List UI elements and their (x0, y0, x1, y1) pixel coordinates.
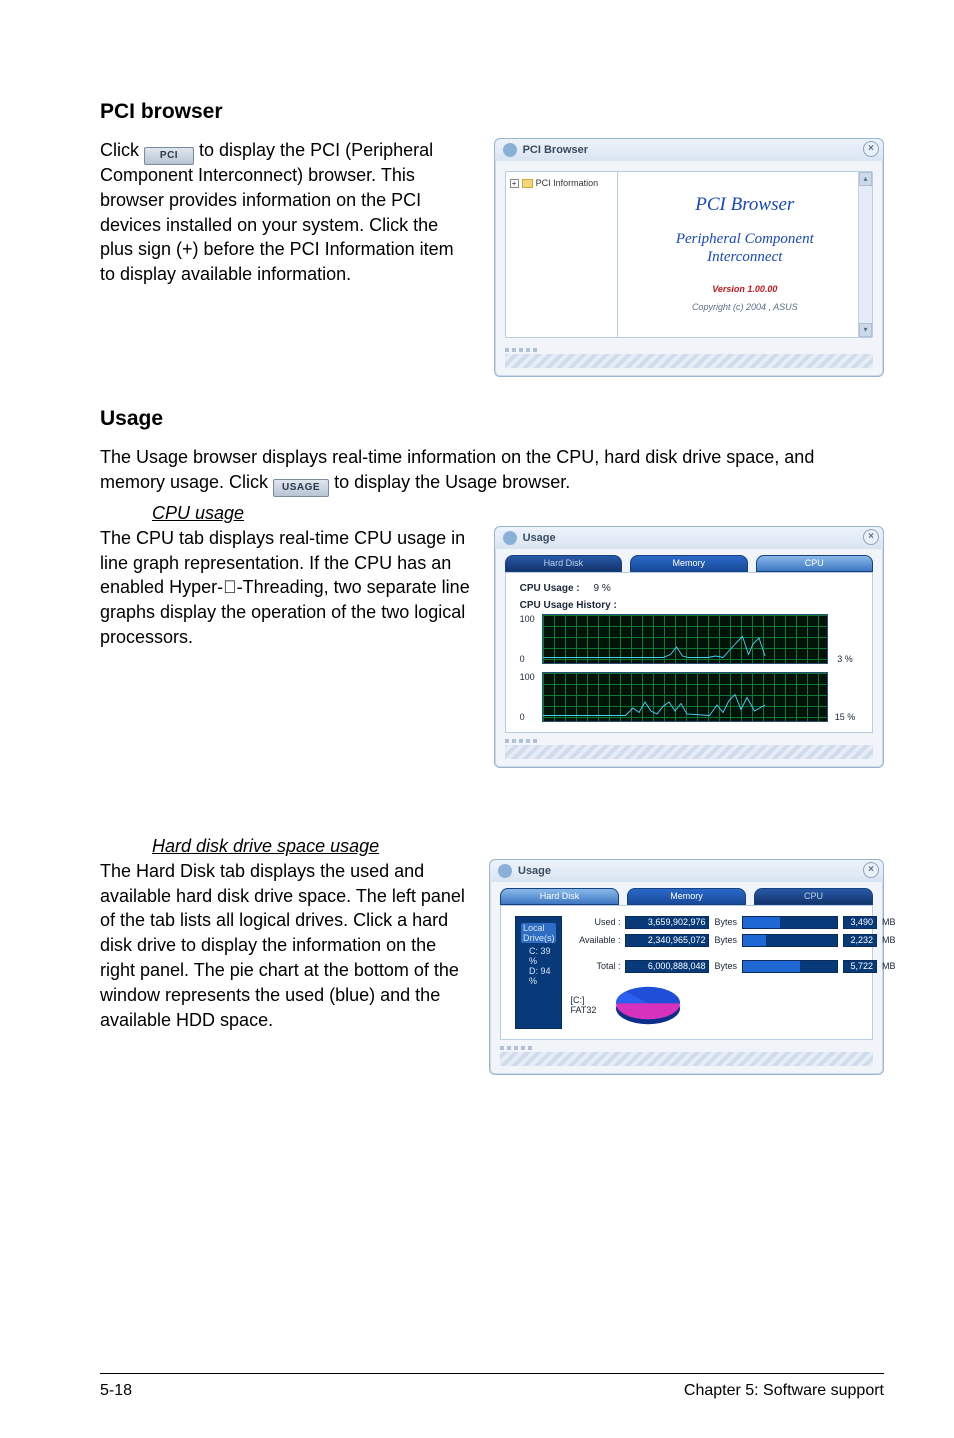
expand-icon[interactable]: + (510, 179, 519, 188)
window-icon (503, 531, 517, 545)
cpu-paragraph: The CPU tab displays real-time CPU usage… (100, 526, 474, 650)
usage-cpu-titlebar: Usage × (495, 527, 883, 549)
pci-tree-label: PCI Information (536, 178, 599, 188)
avail-label: Available : (570, 935, 620, 945)
pci-sub1: Peripheral Component (622, 230, 868, 248)
hdd-paragraph: The Hard Disk tab displays the used and … (100, 859, 469, 1033)
bytes-unit2: Bytes (714, 935, 737, 945)
used-label: Used : (570, 917, 620, 927)
tab-memory[interactable]: Memory (630, 555, 747, 572)
avail-bytes: 2,340,965,072 (625, 934, 709, 947)
mb-unit3: MB (882, 961, 896, 971)
drive-d[interactable]: D: 94 % (521, 966, 556, 986)
scroll-up-icon[interactable]: ▴ (859, 172, 872, 186)
used-bar (742, 916, 838, 929)
mb-unit2: MB (882, 935, 896, 945)
close-icon[interactable]: × (863, 529, 879, 545)
tab-memory[interactable]: Memory (627, 888, 746, 905)
usage-para-post: to display the Usage browser. (334, 472, 570, 492)
folder-icon (522, 179, 533, 188)
bytes-unit: Bytes (714, 917, 737, 927)
y-bot: 0 (520, 654, 539, 664)
pci-heading: PCI Browser (622, 194, 868, 216)
cpu-pct-1: 15 % (828, 672, 858, 722)
usage-section-title: Usage (100, 407, 884, 431)
drive-tree: Local Drive(s) C: 39 % D: 94 % (515, 916, 562, 1029)
pci-paragraph: Click PCI to display the PCI (Peripheral… (100, 138, 474, 287)
footer-chapter: Chapter 5: Software support (684, 1382, 884, 1400)
tab-harddisk[interactable]: Hard Disk (505, 555, 622, 572)
usage-hdd-titlebar: Usage × (490, 860, 883, 882)
avail-bar (742, 934, 838, 947)
scrollbar[interactable]: ▴ ▾ (858, 172, 872, 337)
pci-para-pre: Click (100, 140, 144, 160)
bytes-unit3: Bytes (714, 961, 737, 971)
pci-window-titlebar: PCI Browser × (495, 139, 883, 161)
usage-paragraph: The Usage browser displays real-time inf… (100, 445, 884, 495)
total-bytes: 6,000,888,048 (625, 960, 709, 973)
usage-cpu-window: Usage × Hard Disk Memory CPU CPU Usage :… (494, 526, 884, 768)
window-resize-grip[interactable] (505, 354, 873, 368)
drive-label: [C:] (570, 995, 596, 1005)
pci-tree-panel: + PCI Information (506, 172, 618, 337)
usage-button-label: USAGE (273, 479, 329, 497)
footer-page: 5-18 (100, 1382, 132, 1400)
cpu-history-label: CPU Usage History : (520, 600, 858, 611)
pci-info-panel: ▴ ▾ PCI Browser Peripheral Component Int… (618, 172, 872, 337)
tab-harddisk[interactable]: Hard Disk (500, 888, 619, 905)
pci-button-label: PCI (144, 147, 194, 165)
y-bot2: 0 (520, 712, 539, 722)
pci-window-title: PCI Browser (523, 144, 588, 156)
usage-cpu-title: Usage (523, 532, 556, 544)
pci-tree-item[interactable]: + PCI Information (510, 178, 613, 188)
pci-copyright: Copyright (c) 2004 , ASUS (622, 302, 868, 312)
total-label: Total : (570, 961, 620, 971)
pci-inline-button[interactable]: PCI (144, 140, 194, 165)
drive-root[interactable]: Local Drive(s) (521, 923, 556, 943)
cpu-usage-value: 9 % (594, 583, 611, 594)
used-mb: 3,490 (843, 916, 877, 929)
window-icon (498, 864, 512, 878)
fs-label: FAT32 (570, 1005, 596, 1015)
pci-browser-window: PCI Browser × + PCI Information ▴ (494, 138, 884, 377)
cpu-graph-1 (542, 672, 828, 722)
hdd-pie-chart (606, 981, 690, 1029)
window-resize-grip[interactable] (505, 745, 873, 759)
usage-hdd-window: Usage × Hard Disk Memory CPU Local Drive… (489, 859, 884, 1075)
close-icon[interactable]: × (863, 862, 879, 878)
window-icon (503, 143, 517, 157)
cpu-subheading: CPU usage (152, 503, 884, 524)
total-bar (742, 960, 838, 973)
close-icon[interactable]: × (863, 141, 879, 157)
cpu-pct-0: 3 % (828, 614, 858, 664)
tab-cpu[interactable]: CPU (756, 555, 873, 572)
avail-mb: 2,232 (843, 934, 877, 947)
y-top: 100 (520, 614, 539, 624)
y-top2: 100 (520, 672, 539, 682)
usage-hdd-title: Usage (518, 865, 551, 877)
window-resize-grip[interactable] (500, 1052, 873, 1066)
cpu-graph-0 (542, 614, 828, 664)
cpu-usage-label: CPU Usage : (520, 583, 580, 594)
total-mb: 5,722 (843, 960, 877, 973)
hdd-subheading: Hard disk drive space usage (152, 836, 884, 857)
pci-version: Version 1.00.00 (622, 284, 868, 294)
pci-sub2: Interconnect (622, 248, 868, 266)
drive-c[interactable]: C: 39 % (521, 946, 556, 966)
usage-inline-button[interactable]: USAGE (273, 472, 329, 497)
used-bytes: 3,659,902,976 (625, 916, 709, 929)
pci-section-title: PCI browser (100, 100, 884, 124)
mb-unit: MB (882, 917, 896, 927)
tab-cpu[interactable]: CPU (754, 888, 873, 905)
scroll-down-icon[interactable]: ▾ (859, 323, 872, 337)
